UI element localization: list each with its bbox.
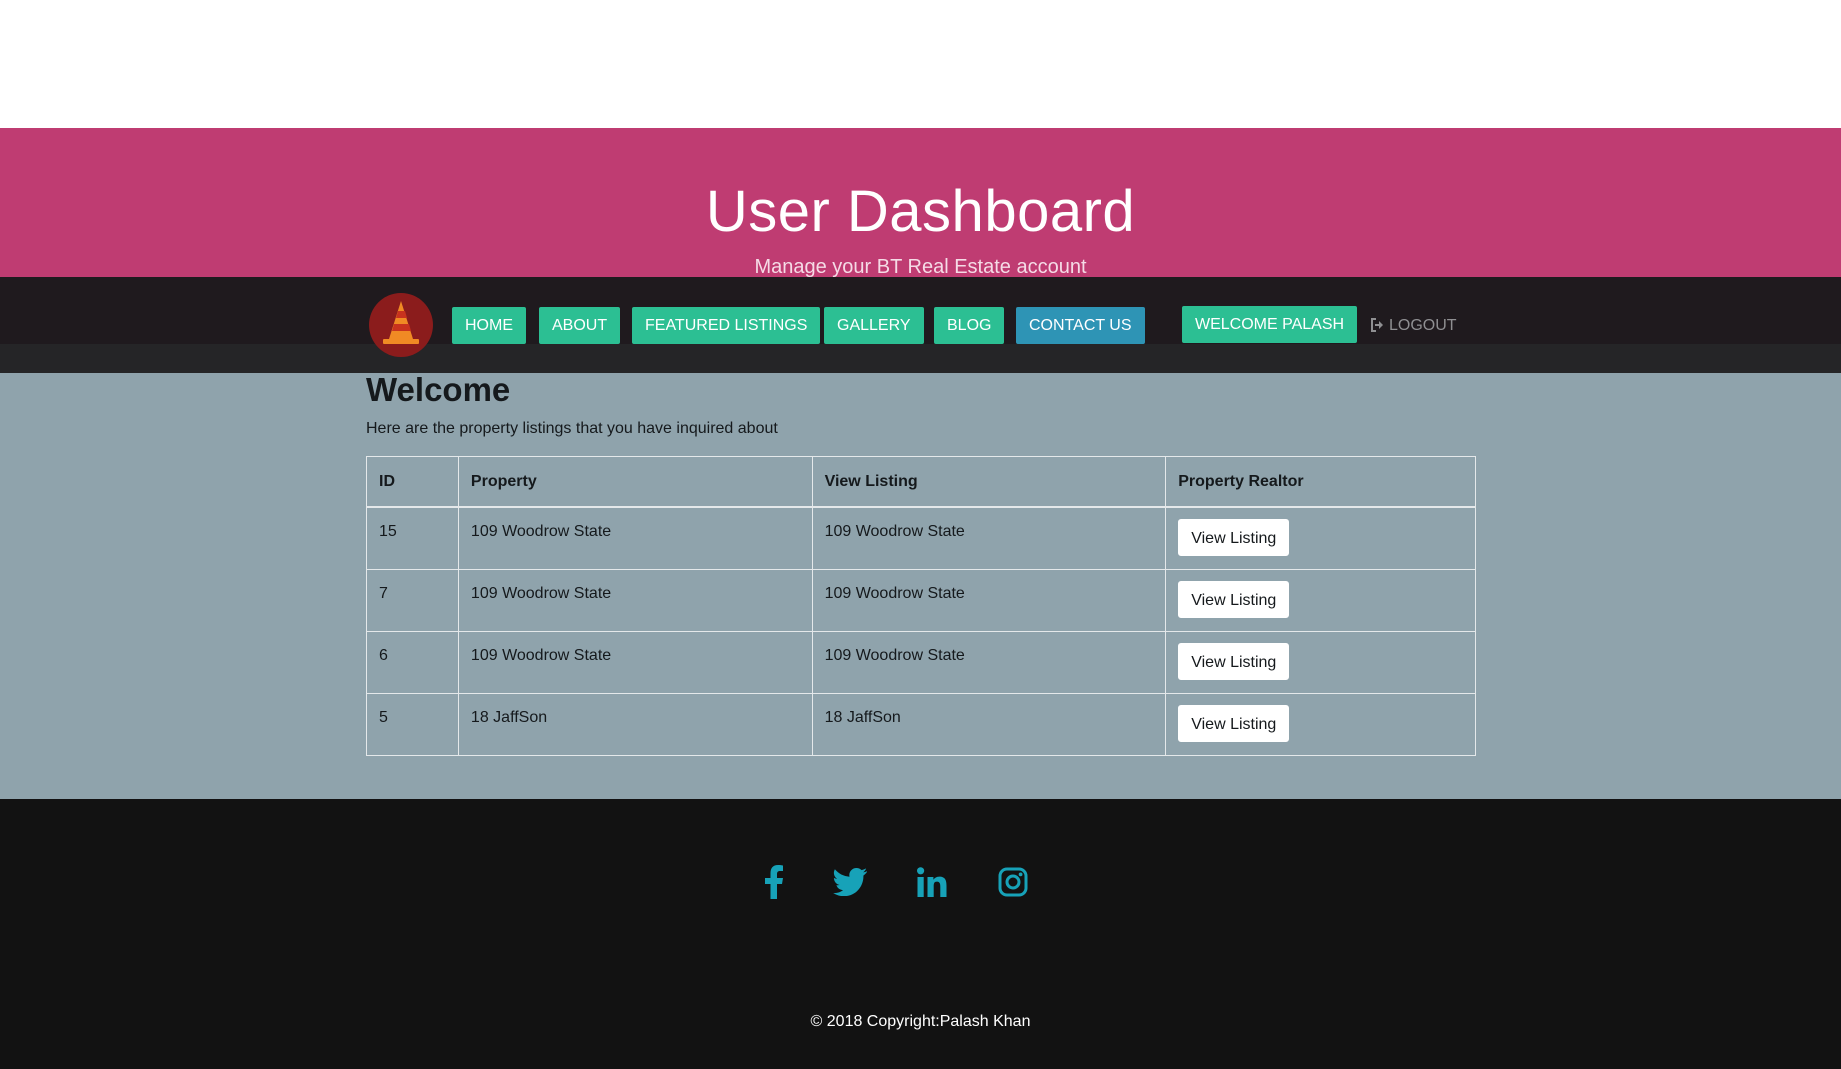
cell-id: 5	[366, 692, 459, 756]
cone-logo-icon[interactable]	[369, 293, 433, 357]
cell-listing: 109 Woodrow State	[811, 506, 1167, 570]
nav-gallery-button[interactable]: GALLERY	[824, 307, 924, 344]
cell-property: 109 Woodrow State	[457, 506, 813, 570]
cell-property: 18 JaffSon	[457, 692, 813, 756]
cell-listing: 109 Woodrow State	[811, 568, 1167, 632]
cell-realtor: View Listing	[1165, 692, 1476, 756]
nav-featured-listings-button[interactable]: FEATURED LISTINGS	[632, 307, 821, 344]
linkedin-icon[interactable]	[914, 864, 950, 900]
cell-property: 109 Woodrow State	[457, 630, 813, 694]
nav-blog-button[interactable]: BLOG	[934, 307, 1005, 344]
logout-label: LOGOUT	[1389, 317, 1457, 334]
table-row: 6 109 Woodrow State 109 Woodrow State Vi…	[366, 630, 1476, 694]
welcome-user-button[interactable]: WELCOME PALASH	[1182, 306, 1358, 343]
cell-realtor: View Listing	[1165, 506, 1476, 570]
cell-id: 6	[366, 630, 459, 694]
cell-realtor: View Listing	[1165, 630, 1476, 694]
copyright-text: © 2018 Copyright:Palash Khan	[810, 1013, 1031, 1030]
column-header-property: Property	[457, 456, 813, 508]
table-row: 7 109 Woodrow State 109 Woodrow State Vi…	[366, 568, 1476, 632]
cell-realtor: View Listing	[1165, 568, 1476, 632]
nav-about-button[interactable]: ABOUT	[539, 307, 621, 344]
nav-home-button[interactable]: HOME	[452, 307, 526, 344]
column-header-property-realtor: Property Realtor	[1165, 456, 1476, 508]
table-row: 15 109 Woodrow State 109 Woodrow State V…	[366, 506, 1476, 570]
logout-link[interactable]: LOGOUT	[1370, 307, 1457, 344]
cell-listing: 109 Woodrow State	[811, 630, 1167, 694]
instagram-icon[interactable]	[995, 864, 1031, 900]
top-blank-area	[0, 0, 1841, 128]
inquiries-table: ID Property View Listing Property Realto…	[366, 456, 1476, 756]
table-row: 5 18 JaffSon 18 JaffSon View Listing	[366, 692, 1476, 756]
facebook-icon[interactable]	[756, 864, 792, 900]
welcome-intro: Here are the property listings that you …	[366, 420, 778, 437]
twitter-icon[interactable]	[832, 864, 868, 900]
column-header-view-listing: View Listing	[811, 456, 1167, 508]
table-header-row: ID Property View Listing Property Realto…	[366, 456, 1476, 508]
cell-id: 7	[366, 568, 459, 632]
view-listing-button[interactable]: View Listing	[1178, 580, 1290, 618]
sign-out-icon	[1370, 317, 1389, 334]
page-title: User Dashboard	[705, 179, 1136, 244]
welcome-heading: Welcome	[366, 371, 511, 408]
cell-listing: 18 JaffSon	[811, 692, 1167, 756]
view-listing-button[interactable]: View Listing	[1178, 642, 1290, 680]
view-listing-button[interactable]: View Listing	[1178, 704, 1290, 742]
column-header-id: ID	[366, 456, 459, 508]
nav-contact-button[interactable]: CONTACT US	[1016, 307, 1145, 344]
view-listing-button[interactable]: View Listing	[1178, 519, 1290, 556]
cell-property: 109 Woodrow State	[457, 568, 813, 632]
cell-id: 15	[366, 506, 459, 570]
